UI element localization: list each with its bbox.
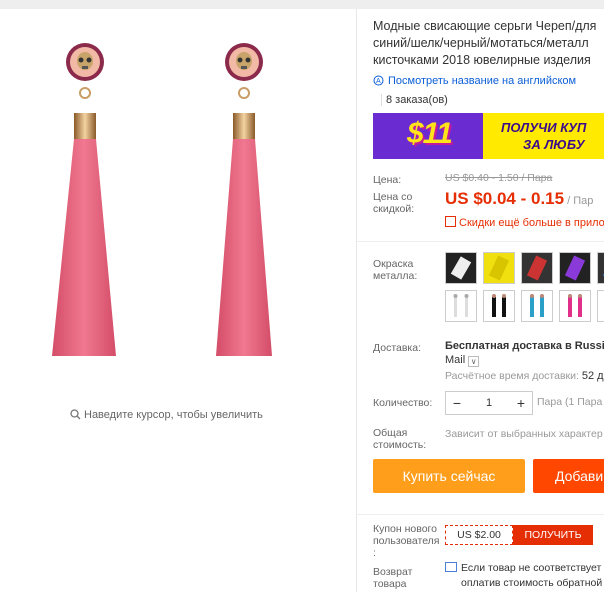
color-swatch[interactable] (597, 252, 604, 284)
translate-icon: A (373, 75, 384, 86)
return-label: Возврат товара (373, 566, 412, 590)
return-icon (445, 562, 457, 572)
color-label-line: Окраска (373, 258, 414, 270)
quantity-increase-button[interactable]: + (510, 392, 532, 414)
divider (357, 514, 604, 515)
quantity-input[interactable]: 1 (468, 392, 510, 414)
quantity-decrease-button[interactable]: − (446, 392, 468, 414)
product-title-line: Модные свисающие серьги Череп/для (373, 19, 597, 33)
price-unit: / Пар (564, 195, 594, 207)
total-label-line: стоимость: (373, 439, 427, 451)
coupon-label-line: Купон нового (373, 523, 437, 535)
delivery-label: Доставка: (373, 342, 422, 354)
zoom-hint-text: Наведите курсор, чтобы увеличить (84, 409, 263, 421)
chevron-down-icon[interactable]: ∨ (468, 356, 480, 367)
discount-price-label-line: Цена со (373, 191, 413, 203)
coupon-amount: US $2.00 (445, 525, 513, 545)
delivery-method: Бесплатная доставка в Russian (445, 340, 604, 352)
coupon-label: Купон нового пользователя : (373, 523, 440, 559)
quantity-label: Количество: (373, 397, 433, 409)
color-swatch[interactable] (445, 252, 477, 284)
translate-link-text[interactable]: Посмотреть название на английском (388, 75, 576, 87)
old-price: US $0.40 - 1.50 / Пара (445, 172, 553, 184)
banner-amount-bg: $11 (373, 113, 483, 159)
magnifier-icon (70, 409, 81, 420)
add-to-cart-button[interactable]: Добави (533, 459, 604, 493)
divider (357, 241, 604, 242)
app-icon (445, 216, 456, 227)
discount-price-label: Цена со скидкой: (373, 191, 414, 215)
color-swatch[interactable] (559, 290, 591, 322)
color-swatch[interactable] (521, 252, 553, 284)
total-value: Зависит от выбранных характер (445, 428, 603, 440)
banner-amount: $11 (407, 117, 453, 150)
banner-promo-line: ЗА ЛЮБУ (523, 137, 585, 152)
total-label: Общая стоимость: (373, 427, 426, 451)
price-label: Цена: (373, 174, 402, 186)
return-line: оплатив стоимость обратной (461, 577, 603, 589)
color-label-line: металла: (373, 270, 418, 282)
coupon-label-line: пользователя (373, 535, 440, 547)
current-price: US $0.04 - 0.15 / Пар (445, 189, 593, 209)
return-info: Если товар не соответствует с оплатив ст… (445, 561, 604, 591)
color-swatch[interactable] (521, 290, 553, 322)
color-swatch[interactable] (597, 290, 604, 322)
return-line: Если товар не соответствует с (461, 562, 604, 574)
delivery-estimate: Расчётное время доставки: 52 д (445, 370, 604, 382)
coupon-banner[interactable]: $11 ПОЛУЧИ КУП ЗА ЛЮБУ (373, 113, 604, 159)
delivery-info: Бесплатная доставка в Russian Mail ∨ (445, 339, 604, 367)
color-swatch[interactable] (483, 290, 515, 322)
product-title-line: кисточками 2018 ювелирные изделия (373, 53, 591, 67)
delivery-estimate-label: Расчётное время доставки: (445, 370, 579, 382)
delivery-estimate-value: 52 д (581, 370, 604, 382)
delivery-carrier: Mail (445, 354, 466, 366)
product-title-line: синий/шелк/черный/мотаться/металл (373, 36, 589, 50)
app-discount-text[interactable]: Скидки ещё больше в прилож (459, 217, 604, 229)
product-title: Модные свисающие серьги Череп/для синий/… (373, 18, 604, 69)
color-swatch[interactable] (445, 290, 477, 322)
color-swatch[interactable] (483, 252, 515, 284)
buy-now-button[interactable]: Купить сейчас (373, 459, 525, 493)
color-swatch[interactable] (559, 252, 591, 284)
current-price-value: US $0.04 - 0.15 (445, 189, 565, 208)
quantity-note: Пара (1 Пара - (537, 396, 604, 408)
return-label-line: товара (373, 578, 407, 590)
new-user-coupon: US $2.00 ПОЛУЧИТЬ (445, 525, 593, 545)
product-details: Модные свисающие серьги Череп/для синий/… (357, 9, 604, 592)
svg-text:A: A (376, 78, 381, 85)
quantity-stepper: − 1 + (445, 391, 533, 415)
zoom-hint: Наведите курсор, чтобы увеличить (70, 409, 263, 421)
banner-promo-line: ПОЛУЧИ КУП (501, 120, 587, 135)
total-label-line: Общая (373, 427, 408, 439)
top-strip (0, 0, 604, 9)
get-coupon-button[interactable]: ПОЛУЧИТЬ (513, 525, 593, 545)
earring-left (52, 43, 116, 356)
color-label: Окраска металла: (373, 258, 417, 282)
product-image-area[interactable]: Наведите курсор, чтобы увеличить (0, 9, 355, 592)
app-discount-link[interactable]: Скидки ещё больше в прилож (445, 216, 604, 229)
coupon-label-line: : (373, 547, 376, 559)
banner-promo: ПОЛУЧИ КУП ЗА ЛЮБУ (501, 119, 604, 153)
product-image[interactable] (0, 9, 355, 592)
earring-right (216, 43, 272, 356)
translate-link[interactable]: A Посмотреть название на английском (373, 75, 576, 87)
return-label-line: Возврат (373, 566, 413, 578)
orders-count: 8 заказа(ов) (381, 94, 448, 106)
discount-price-label-line: скидкой: (373, 203, 415, 215)
